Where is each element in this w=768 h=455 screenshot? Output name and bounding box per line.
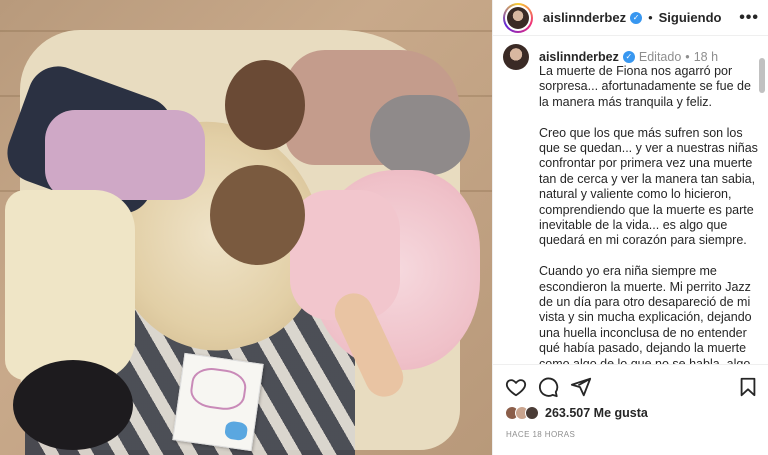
verified-icon: ✓ <box>622 51 635 63</box>
scroll-thumb[interactable] <box>759 58 765 93</box>
post-time: 18 h <box>693 50 719 64</box>
action-bar: 263.507 Me gusta HACE 18 HORAS <box>493 364 768 455</box>
likes-row[interactable]: 263.507 Me gusta <box>505 406 648 420</box>
share-icon[interactable] <box>570 376 592 398</box>
verified-icon: ✓ <box>630 11 643 24</box>
separator-dot: • <box>685 50 690 64</box>
caption-scrollbar[interactable] <box>759 56 765 356</box>
post-side-panel: aislinnderbez ✓ • Siguiendo ••• aislinnd… <box>492 0 768 455</box>
post-header: aislinnderbez ✓ • Siguiendo ••• <box>493 0 768 36</box>
edited-label: Editado <box>638 50 682 64</box>
header-username[interactable]: aislinnderbez <box>543 10 626 25</box>
caption: aislinnderbez ✓ Editado • 18 h La muerte… <box>493 44 759 364</box>
caption-avatar[interactable] <box>503 44 529 70</box>
story-avatar[interactable] <box>503 2 533 33</box>
likes-count[interactable]: 263.507 Me gusta <box>545 406 648 420</box>
post-photo[interactable] <box>0 0 492 455</box>
separator-dot: • <box>648 10 653 25</box>
caption-paragraph: Cuando yo era niña siempre me escondiero… <box>539 264 752 364</box>
more-options-icon[interactable]: ••• <box>739 9 759 27</box>
caption-text: La muerte de Fiona nos agarró por sorpre… <box>539 64 759 364</box>
post-age: HACE 18 HORAS <box>506 430 576 439</box>
heart-icon[interactable] <box>505 376 527 398</box>
comment-icon[interactable] <box>537 376 559 398</box>
caption-paragraph: La muerte de Fiona nos agarró por sorpre… <box>539 64 751 109</box>
caption-username[interactable]: aislinnderbez <box>539 50 619 64</box>
liker-avatar <box>525 406 539 420</box>
bookmark-icon[interactable] <box>737 376 759 398</box>
child-drawing <box>172 352 264 452</box>
caption-paragraph: Creo que los que más sufren son los que … <box>539 125 758 248</box>
girl-top-right <box>225 40 470 180</box>
following-button[interactable]: Siguiendo <box>659 10 722 25</box>
